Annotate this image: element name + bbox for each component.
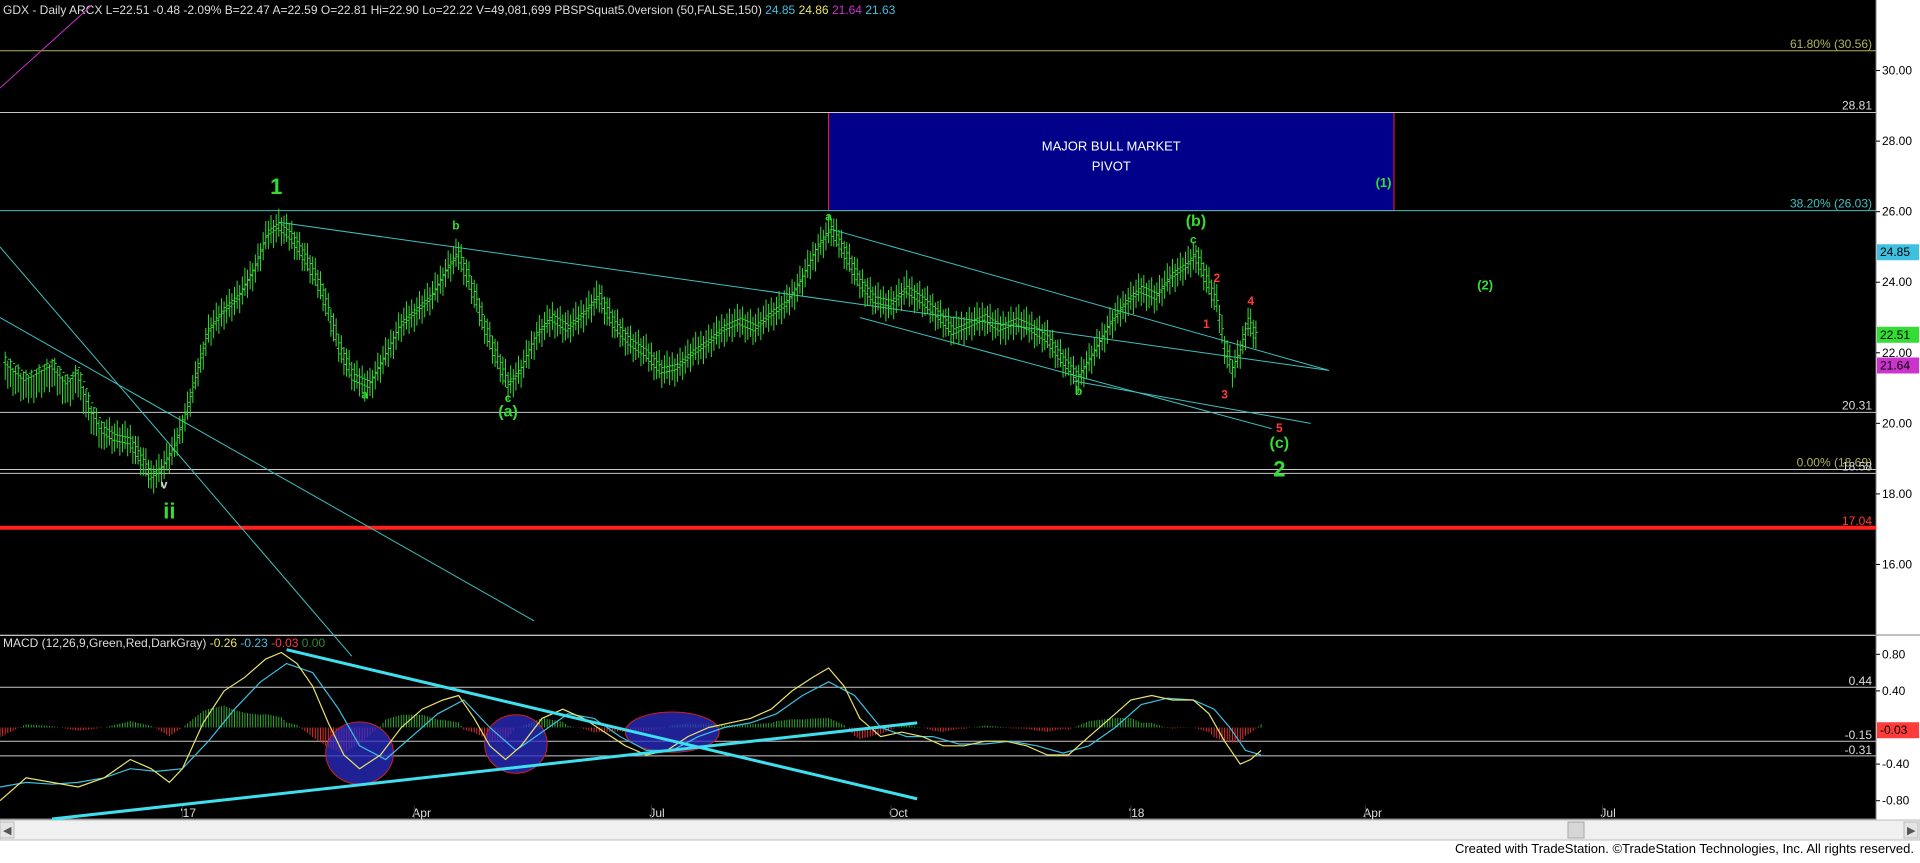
level-label: 38.20% (26.03) [1790,197,1872,211]
level-label: 61.80% (30.56) [1790,37,1872,51]
price-tick-label: 20.00 [1882,416,1912,430]
price-badge-label: 22.51 [1880,328,1910,342]
wave-label: 3 [1221,388,1228,402]
x-tick-label: Apr [1363,806,1382,820]
wave-label: 2 [1213,271,1220,285]
price-badge-label: 24.85 [1880,245,1910,259]
level-label: 28.81 [1842,99,1872,113]
wave-label: b [452,218,459,232]
price-tick-label: 24.00 [1882,275,1912,289]
macd-level-label: 0.44 [1849,674,1873,688]
wave-label: 4 [1247,294,1254,308]
macd-level-label: -0.15 [1845,728,1873,742]
scrollbar-track[interactable] [0,819,1920,841]
price-tick-label: 16.00 [1882,557,1912,571]
scrollbar-thumb[interactable] [1567,821,1585,839]
macd-tick-label: 0.40 [1882,684,1906,698]
pivot-box-line1: MAJOR BULL MARKET [1042,139,1181,154]
symbol-header: GDX - Daily ARCX L=22.51 -0.48 -2.09% B=… [3,3,896,17]
level-label: 18.58 [1842,459,1872,473]
macd-ellipse [325,721,394,785]
x-tick-label: Apr [412,806,431,820]
footer-credit: Created with TradeStation. ©TradeStation… [1454,841,1914,856]
price-tick-label: 28.00 [1882,134,1912,148]
price-badge-label: 21.64 [1880,358,1910,372]
price-tick-label: 18.00 [1882,487,1912,501]
wave-label: v [161,478,168,492]
wave-label: 1 [1203,317,1210,331]
pivot-box-line2: PIVOT [1092,159,1131,174]
wave-label: b [1075,384,1082,398]
wave-label: (1) [1376,175,1392,190]
x-tick-label: Oct [889,806,908,820]
macd-tick-label: -0.40 [1882,757,1910,771]
scroll-left-arrow-icon: ◀ [3,825,12,837]
chart-canvas: ◀ ▶ GDX - Daily ARCX L=22.51 -0.48 -2.09… [0,0,1920,858]
tradestation-chart: ◀ ▶ GDX - Daily ARCX L=22.51 -0.48 -2.09… [0,0,1920,858]
macd-tick-label: 0.80 [1882,647,1906,661]
wave-label: 1 [270,174,282,199]
scroll-right-arrow-icon: ▶ [1907,825,1916,837]
level-label: 17.04 [1842,514,1872,528]
macd-badge-label: -0.03 [1880,723,1908,737]
wave-label: a [361,388,368,402]
wave-label: 2 [1273,456,1285,481]
wave-label: c [1190,232,1197,246]
wave-label: (c) [1270,435,1290,452]
level-label: 20.31 [1842,398,1872,412]
wave-label: 5 [1276,421,1283,435]
wave-label: (2) [1477,277,1493,292]
macd-title: MACD (12,26,9,Green,Red,DarkGray) -0.26 … [3,636,325,650]
price-tick-label: 26.00 [1882,205,1912,219]
wave-label: ii [163,499,175,524]
wave-label: (a) [498,403,518,420]
wave-label: (b) [1186,213,1206,230]
macd-level-label: -0.31 [1845,743,1873,757]
price-tick-label: 30.00 [1882,64,1912,78]
macd-tick-label: -0.80 [1882,794,1910,808]
wave-label: a [825,209,832,223]
